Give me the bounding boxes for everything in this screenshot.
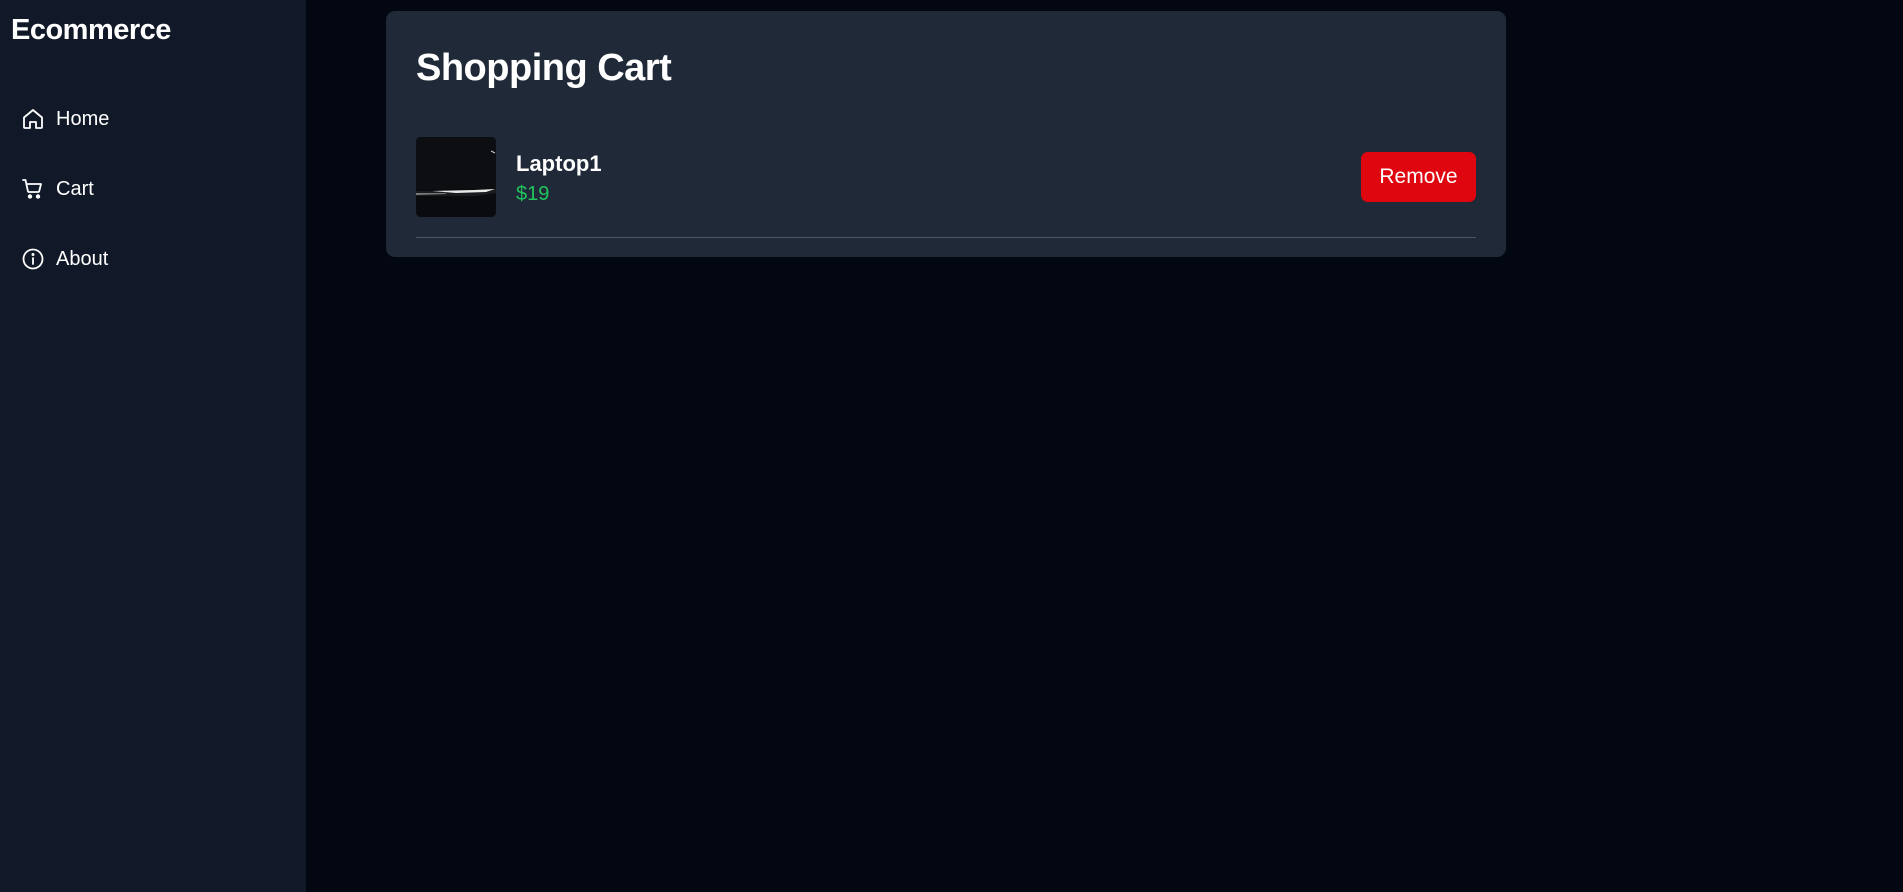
sidebar-item-cart[interactable]: Cart [0, 154, 306, 224]
cart-item-row: Laptop1 $19 Remove [416, 125, 1476, 238]
app-root: Ecommerce Home Cart About Shopping Cart … [0, 0, 1903, 892]
product-image [416, 137, 496, 217]
product-name: Laptop1 [516, 151, 602, 176]
sidebar-item-about[interactable]: About [0, 224, 306, 294]
sidebar: Ecommerce Home Cart About [0, 0, 306, 892]
cart-icon [21, 177, 45, 201]
remove-button[interactable]: Remove [1361, 152, 1476, 202]
sidebar-item-label: About [56, 247, 109, 270]
cart-panel: Shopping Cart Laptop1 $19 Remove [386, 11, 1506, 257]
info-icon [21, 247, 45, 271]
home-icon [21, 107, 45, 131]
product-price: $19 [516, 183, 550, 205]
sidebar-item-label: Home [56, 107, 110, 130]
sidebar-nav: Home Cart About [0, 84, 306, 294]
sidebar-item-home[interactable]: Home [0, 84, 306, 154]
sidebar-item-label: Cart [56, 177, 94, 200]
page-title: Shopping Cart [416, 47, 672, 89]
brand-title[interactable]: Ecommerce [11, 14, 171, 47]
